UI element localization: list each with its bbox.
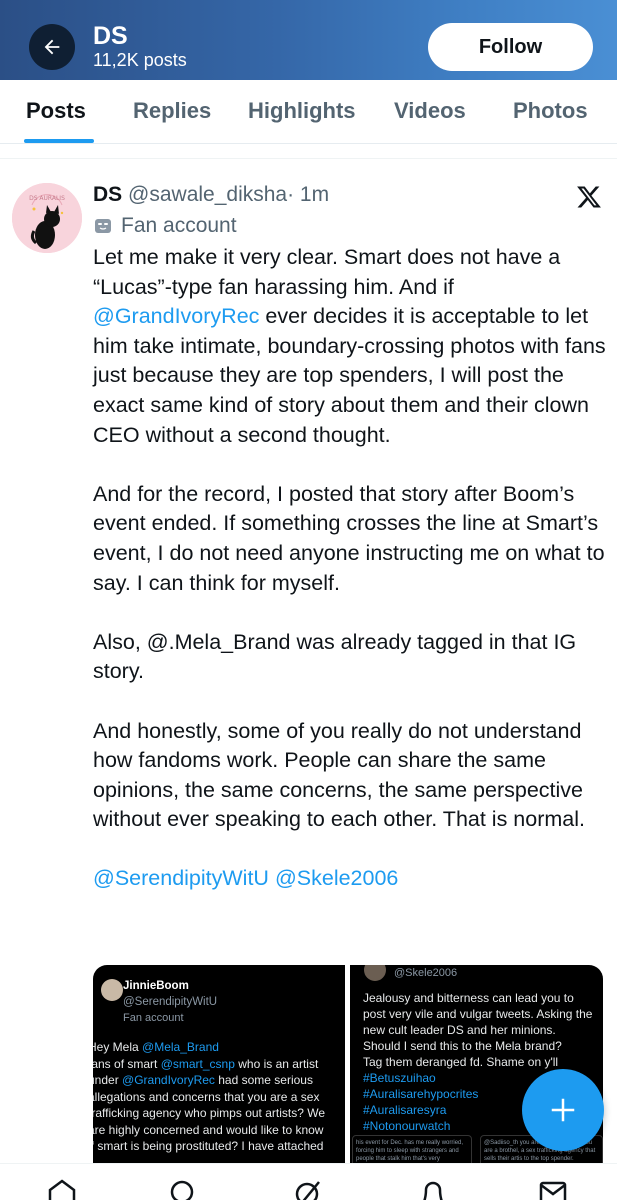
avatar-text: DS AURALIS (29, 195, 65, 202)
post-author-handle[interactable]: @sawale_diksha (128, 183, 287, 206)
grok-icon[interactable] (293, 1178, 323, 1200)
post-media-image-1[interactable]: JinnieBoom @SerendipityWitU Fan account … (93, 965, 345, 1175)
fan-account-text: Fan account (121, 214, 237, 237)
tab-replies[interactable]: Replies (133, 98, 211, 124)
mention-link[interactable]: @Skele2006 (275, 866, 398, 890)
post-paragraph: Let me make it very clear. Smart does no… (93, 245, 606, 447)
embedded-avatar (364, 965, 386, 981)
tab-highlights[interactable]: Highlights (248, 98, 356, 124)
x-logo-icon (577, 186, 601, 208)
bell-icon[interactable] (418, 1178, 448, 1200)
mention-link[interactable]: @SerendipityWitU (93, 866, 269, 890)
profile-name: DS (93, 22, 128, 50)
embedded-author-name: JinnieBoom (123, 980, 189, 992)
embedded-fan-label: Fan account (123, 1012, 184, 1024)
arrow-left-icon (44, 39, 60, 55)
post-time[interactable]: · 1m (287, 183, 329, 206)
post-author-name[interactable]: DS (93, 183, 122, 206)
post-paragraph: Also, @.Mela_Brand was already tagged in… (93, 629, 577, 684)
embedded-tweet-text: Hey Mela @Mela_Brand fans of smart @smar… (93, 1040, 325, 1153)
tab-photos[interactable]: Photos (513, 98, 588, 124)
fan-account-label: Fan account (93, 214, 237, 238)
follow-button[interactable]: Follow (428, 23, 593, 71)
embedded-author-handle: @SerendipityWitU (123, 996, 218, 1008)
divider (0, 158, 617, 159)
post-paragraph: And for the record, I posted that story … (93, 481, 605, 595)
back-button[interactable] (29, 24, 75, 70)
post-mentions: @SerendipityWitU @Skele2006 (93, 864, 608, 894)
post-paragraph: And honestly, some of you really do not … (93, 718, 585, 832)
search-icon[interactable] (168, 1178, 198, 1200)
tab-posts[interactable]: Posts (26, 98, 86, 124)
profile-posts-count: 11,2K posts (93, 50, 187, 70)
post-body: Let me make it very clear. Smart does no… (93, 243, 608, 894)
post-author-line: DS @sawale_diksha· 1m (93, 183, 329, 207)
plus-icon (551, 1098, 575, 1122)
profile-tabs: Posts Replies Highlights Videos Photos (0, 80, 617, 144)
embedded-avatar (101, 979, 123, 1001)
home-icon[interactable] (47, 1178, 77, 1200)
avatar[interactable]: DS AURALIS (12, 183, 82, 253)
mail-icon[interactable] (538, 1178, 568, 1200)
active-tab-indicator (24, 139, 94, 143)
mention-link[interactable]: @GrandIvoryRec (93, 304, 259, 328)
tab-videos[interactable]: Videos (394, 98, 466, 124)
mask-icon (95, 219, 111, 233)
embedded-author-handle: @Skele2006 (394, 967, 458, 979)
compose-button[interactable] (522, 1069, 604, 1151)
avatar-cat-image: DS AURALIS (12, 183, 82, 253)
profile-header-banner: DS 11,2K posts Follow (0, 0, 617, 80)
bottom-navigation (0, 1163, 617, 1200)
